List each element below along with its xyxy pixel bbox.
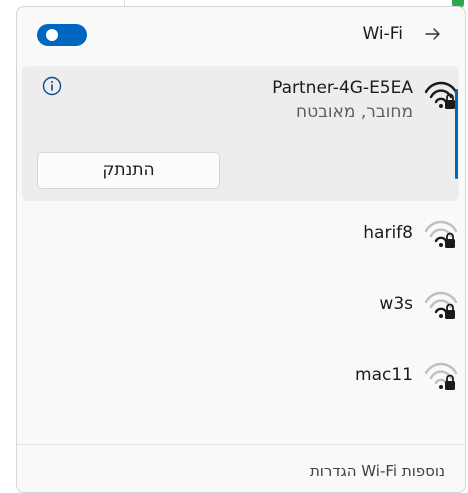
footer-divider (17, 444, 465, 445)
wifi-secured-icon (424, 220, 458, 248)
arrow-right-icon[interactable] (423, 24, 443, 44)
toggle-knob (46, 29, 58, 41)
network-item[interactable]: harif8 (22, 207, 459, 263)
network-name: w3s (379, 294, 413, 314)
network-item[interactable]: w3s (22, 278, 459, 334)
wifi-secured-icon (424, 362, 458, 390)
scrollbar[interactable] (455, 89, 458, 179)
connected-network-status: מחובר, מאובטח (295, 102, 413, 122)
wifi-secured-icon (424, 81, 458, 109)
wifi-toggle[interactable] (37, 24, 87, 46)
info-icon[interactable] (42, 76, 62, 96)
connected-network-name: Partner-4G-E5EA (272, 78, 413, 98)
connected-network-card[interactable]: Partner-4G-E5EA מחובר, מאובטח התנתק (22, 66, 459, 201)
disconnect-button[interactable]: התנתק (37, 152, 220, 189)
network-item[interactable]: mac11 (22, 349, 459, 405)
network-name: mac11 (355, 365, 413, 385)
wifi-header: Wi-Fi (17, 7, 465, 65)
network-name: harif8 (363, 223, 413, 243)
wifi-flyout: Wi-Fi Partner-4G-E5EA מחובר, מאובטח התנת… (16, 6, 466, 493)
more-wifi-settings-link[interactable]: הגדרות Wi-Fi נוספות (310, 462, 445, 480)
wifi-title: Wi-Fi (362, 24, 403, 44)
wifi-secured-icon (424, 291, 458, 319)
